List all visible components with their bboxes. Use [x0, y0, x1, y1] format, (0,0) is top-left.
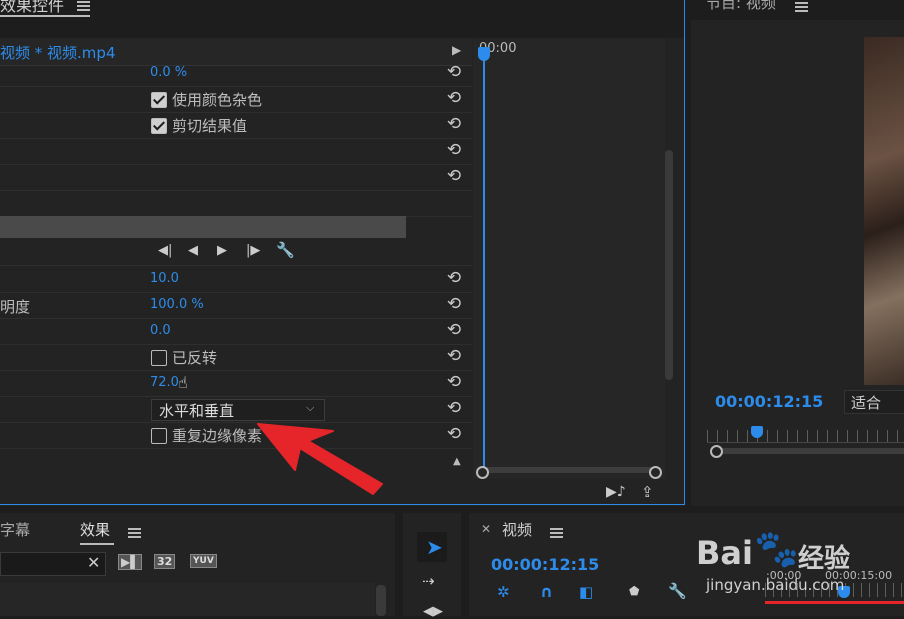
- red-arrow-icon: [257, 423, 383, 495]
- red-arrow-annotation: [257, 423, 383, 495]
